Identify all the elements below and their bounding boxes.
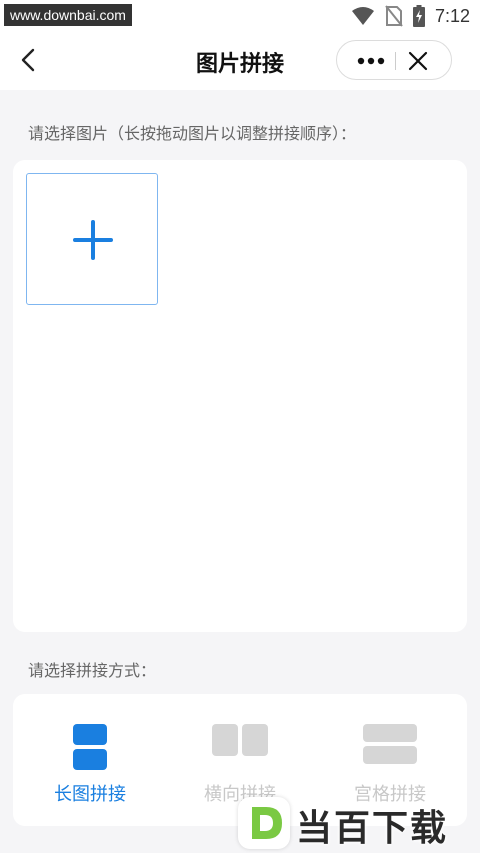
mode-vertical-stitch[interactable]: 长图拼接	[15, 694, 165, 826]
more-dots-icon	[357, 57, 385, 65]
menu-capsule	[336, 40, 452, 80]
nav-bar: 图片拼接	[0, 32, 480, 90]
brand-watermark: 当百下载	[234, 795, 480, 853]
close-button[interactable]	[407, 50, 429, 72]
brand-d-icon	[252, 807, 282, 839]
close-icon	[408, 51, 428, 71]
plus-icon	[73, 220, 113, 260]
wifi-icon	[351, 7, 374, 25]
battery-charging-icon	[412, 5, 425, 27]
grid-stitch-icon	[363, 724, 417, 764]
mode-label: 长图拼接	[54, 784, 126, 805]
add-image-button[interactable]	[26, 173, 158, 305]
vertical-stitch-icon	[73, 724, 107, 770]
more-button[interactable]	[355, 51, 387, 71]
capsule-divider	[395, 52, 396, 70]
status-time: 7:12	[434, 5, 470, 26]
status-bar: www.downbai.com 7:12	[0, 0, 480, 32]
no-sim-icon	[385, 5, 403, 27]
brand-text: 当百下载	[296, 808, 449, 849]
watermark-url: www.downbai.com	[4, 4, 132, 26]
mode-section-label: 请选择拼接方式：	[28, 661, 157, 680]
brand-logo-mark	[238, 797, 290, 849]
image-section-label: 请选择图片（长按拖动图片以调整拼接顺序）：	[28, 124, 357, 143]
status-icons: 7:12	[351, 5, 470, 27]
image-panel	[13, 160, 467, 632]
horizontal-stitch-icon	[212, 724, 268, 756]
